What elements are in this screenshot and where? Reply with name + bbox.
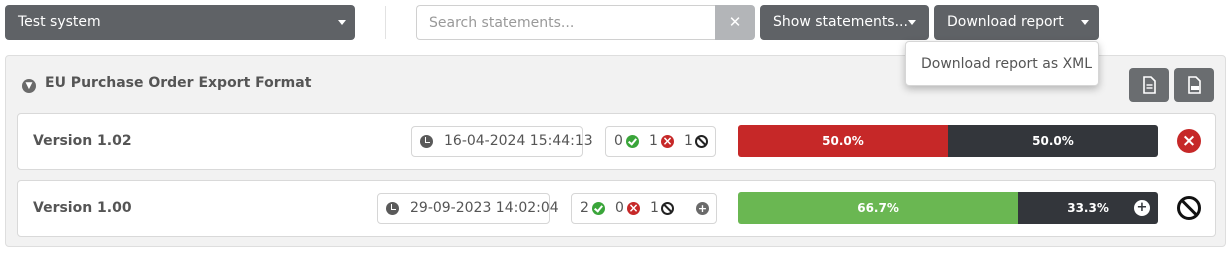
- expand-icon[interactable]: +: [696, 202, 709, 215]
- progress-bar: 66.7% 33.3% +: [738, 192, 1158, 224]
- passed-count: 2: [580, 200, 589, 216]
- result-counts: 0 1 1: [605, 126, 716, 157]
- skipped-count: 1: [684, 133, 693, 149]
- show-statements-label: Show statements...: [773, 14, 908, 30]
- skipped-icon: [661, 202, 674, 215]
- menu-item-download-xml[interactable]: Download report as XML: [921, 56, 1092, 72]
- clock-icon: [386, 202, 399, 215]
- check-icon: [626, 135, 639, 148]
- progress-label: 50.0%: [1032, 134, 1074, 148]
- skipped-status-icon: [1177, 196, 1201, 220]
- progress-label: 50.0%: [822, 134, 864, 148]
- pdf-report-button[interactable]: [1174, 68, 1214, 102]
- plus-icon[interactable]: +: [1133, 200, 1150, 216]
- progress-segment: 50.0%: [738, 125, 948, 157]
- document-icon: [1143, 76, 1156, 94]
- chevron-down-icon: [338, 20, 346, 25]
- pdf-icon: [1188, 76, 1201, 94]
- chevron-down-icon: [908, 20, 916, 25]
- error-icon: [661, 135, 674, 148]
- error-icon: [627, 202, 640, 215]
- version-name: Version 1.00: [33, 200, 132, 216]
- clock-icon: [420, 135, 433, 148]
- download-report-button[interactable]: Download report: [934, 5, 1099, 40]
- check-icon: [592, 202, 605, 215]
- panel-title: EU Purchase Order Export Format: [45, 75, 312, 91]
- timestamp: 29-09-2023 14:02:04: [410, 200, 559, 216]
- failed-count: 1: [649, 133, 658, 149]
- progress-label: 66.7%: [857, 201, 899, 215]
- progress-segment: 50.0%: [948, 125, 1158, 157]
- timestamp: 16-04-2024 15:44:13: [444, 133, 593, 149]
- progress-segment: 33.3% +: [1018, 192, 1158, 224]
- chevron-down-icon[interactable]: ▼: [22, 79, 36, 93]
- failed-count: 0: [615, 200, 624, 216]
- version-row[interactable]: Version 1.02 16-04-2024 15:44:13 0 1 1 5…: [17, 113, 1216, 170]
- version-row[interactable]: Version 1.00 29-09-2023 14:02:04 2 0 1 +…: [17, 180, 1216, 237]
- chevron-down-icon: [1081, 20, 1089, 25]
- version-name: Version 1.02: [33, 133, 132, 149]
- skipped-count: 1: [650, 200, 659, 216]
- system-select[interactable]: Test system: [5, 5, 355, 40]
- search-input[interactable]: [416, 5, 716, 40]
- timestamp-badge: 16-04-2024 15:44:13: [411, 126, 593, 157]
- clear-search-button[interactable]: ✕: [715, 5, 755, 40]
- result-counts: 2 0 1 +: [571, 193, 717, 224]
- download-report-label: Download report: [947, 14, 1064, 30]
- failed-status-icon: ×: [1177, 129, 1201, 153]
- close-icon: ✕: [728, 13, 742, 31]
- passed-count: 0: [614, 133, 623, 149]
- progress-bar: 50.0% 50.0%: [738, 125, 1158, 157]
- timestamp-badge: 29-09-2023 14:02:04: [377, 193, 559, 224]
- progress-label: 33.3%: [1067, 201, 1109, 215]
- system-select-label: Test system: [18, 14, 101, 30]
- skipped-icon: [695, 135, 708, 148]
- download-menu: Download report as XML: [905, 41, 1099, 86]
- progress-segment: 66.7%: [738, 192, 1019, 224]
- show-statements-button[interactable]: Show statements...: [760, 5, 929, 40]
- divider: [385, 6, 386, 39]
- document-report-button[interactable]: [1129, 68, 1169, 102]
